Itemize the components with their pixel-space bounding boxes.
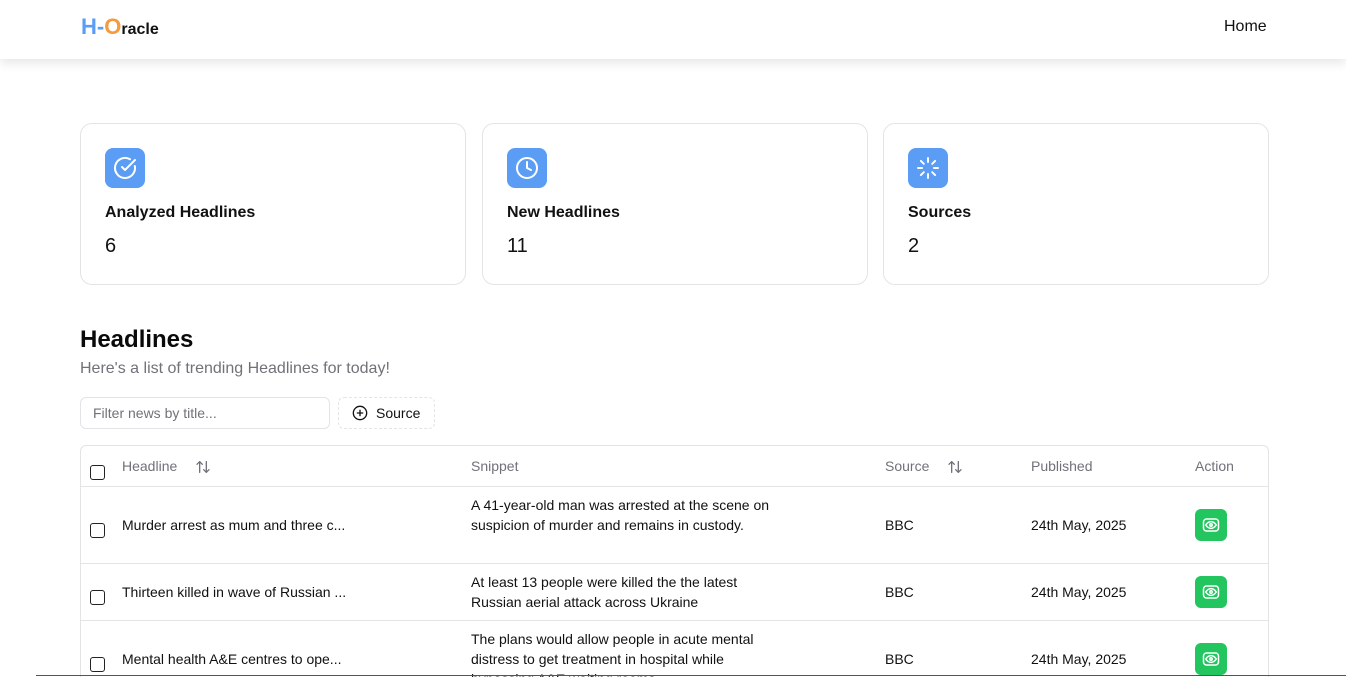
col-header-source[interactable]: Source [885,458,963,475]
stat-card-sources: Sources 2 [883,123,1269,285]
table-row: Mental health A&E centres to ope... The … [81,621,1268,677]
stat-title: Analyzed Headlines [105,204,256,221]
col-header-published: Published [1031,458,1093,474]
navbar: H-Oracle Home [0,0,1346,59]
row-source: BBC [885,517,914,533]
eye-icon [1202,585,1220,599]
row-snippet: A 41-year-old man was arrested at the sc… [471,497,770,533]
col-header-action: Action [1195,458,1234,474]
row-headline[interactable]: Thirteen killed in wave of Russian ... [122,584,346,600]
row-checkbox[interactable] [90,590,105,605]
row-snippet: At least 13 people were killed the the l… [471,574,738,610]
logo-part-h: H- [81,14,105,39]
section-subtitle: Here's a list of trending Headlines for … [80,360,390,377]
row-checkbox[interactable] [90,523,105,538]
eye-icon [1202,518,1220,532]
loader-icon [908,148,948,188]
table-header-row: Headline Snippet Source Published Action [81,446,1268,487]
row-headline[interactable]: Murder arrest as mum and three c... [122,517,345,533]
row-published: 24th May, 2025 [1031,584,1127,600]
nav-home-link[interactable]: Home [1224,18,1267,36]
stat-value: 11 [507,235,528,257]
logo-part-racle: racle [121,21,159,38]
row-checkbox[interactable] [90,657,105,672]
row-published: 24th May, 2025 [1031,651,1127,667]
logo[interactable]: H-Oracle [81,14,159,40]
col-header-snippet: Snippet [471,458,519,474]
stat-title: New Headlines [507,204,620,221]
view-button[interactable] [1195,643,1227,675]
headlines-table: Headline Snippet Source Published Action… [80,445,1269,677]
sort-icon [948,461,962,474]
eye-icon [1202,652,1220,666]
row-published: 24th May, 2025 [1031,517,1127,533]
select-all-checkbox[interactable] [90,465,105,480]
check-circle-icon [105,148,145,188]
sort-icon [196,461,210,474]
stat-title: Sources [908,204,972,221]
source-button-label: Source [376,405,421,421]
source-filter-button[interactable]: Source [338,397,435,429]
stat-value: 2 [908,235,920,257]
row-source: BBC [885,651,914,667]
row-headline[interactable]: Mental health A&E centres to ope... [122,651,341,667]
table-row: Murder arrest as mum and three c... A 41… [81,487,1268,564]
logo-part-o: O [104,14,122,39]
stat-card-analyzed: Analyzed Headlines 6 [80,123,466,285]
stat-value: 6 [105,235,117,257]
table-row: Thirteen killed in wave of Russian ... A… [81,564,1268,621]
view-button[interactable] [1195,576,1227,608]
row-snippet: The plans would allow people in acute me… [471,631,754,677]
divider [36,675,1346,676]
row-source: BBC [885,584,914,600]
filter-input[interactable] [80,397,330,429]
section-title: Headlines [80,326,194,353]
stat-card-new: New Headlines 11 [482,123,868,285]
clock-icon [507,148,547,188]
view-button[interactable] [1195,509,1227,541]
col-header-headline[interactable]: Headline [122,458,211,475]
plus-circle-icon [352,405,368,421]
